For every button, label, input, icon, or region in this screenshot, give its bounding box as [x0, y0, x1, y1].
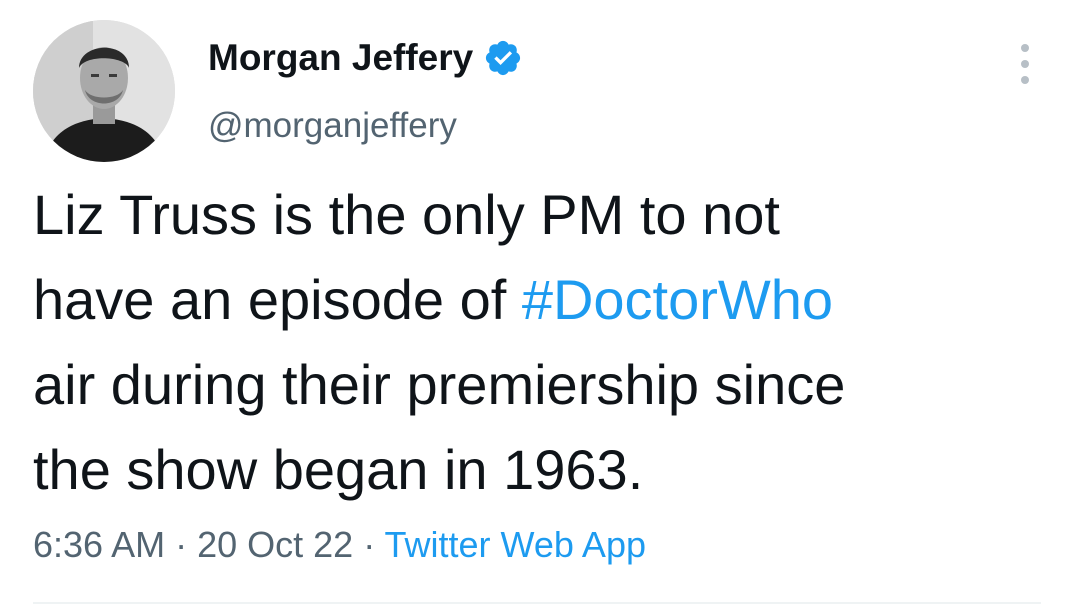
- tweet-text-line: Liz Truss is the only PM to not: [33, 183, 780, 246]
- author-display-name[interactable]: Morgan Jeffery: [208, 36, 473, 80]
- tweet-source-link[interactable]: Twitter Web App: [385, 524, 646, 565]
- profile-photo-icon: [33, 20, 175, 162]
- more-vertical-icon-dot: [1021, 44, 1029, 52]
- avatar[interactable]: [33, 20, 175, 162]
- meta-separator: ·: [165, 524, 198, 565]
- divider: [33, 602, 1041, 604]
- tweet-text-segment: have an episode of: [33, 268, 522, 331]
- tweet-text: Liz Truss is the only PM to not have an …: [33, 172, 1043, 512]
- tweet-text-line: air during their premiership since: [33, 353, 846, 416]
- verified-badge-icon: [486, 40, 521, 76]
- author-name-row[interactable]: Morgan Jeffery: [208, 36, 523, 80]
- hashtag-link[interactable]: #DoctorWho: [522, 268, 833, 331]
- more-options-button[interactable]: [1016, 44, 1034, 84]
- tweet-text-line: have an episode of #DoctorWho: [33, 257, 1043, 342]
- meta-separator: ·: [353, 524, 385, 565]
- tweet-text-line: the show began in 1963.: [33, 438, 644, 501]
- tweet-time[interactable]: 6:36 AM: [33, 524, 165, 565]
- tweet-date[interactable]: 20 Oct 22: [197, 524, 353, 565]
- tweet-card: Morgan Jeffery @morganjeffery Liz Truss …: [0, 0, 1074, 614]
- more-vertical-icon-dot: [1021, 76, 1029, 84]
- author-handle[interactable]: @morganjeffery: [208, 104, 457, 148]
- tweet-metadata: 6:36 AM · 20 Oct 22 · Twitter Web App: [33, 522, 646, 568]
- more-vertical-icon-dot: [1021, 60, 1029, 68]
